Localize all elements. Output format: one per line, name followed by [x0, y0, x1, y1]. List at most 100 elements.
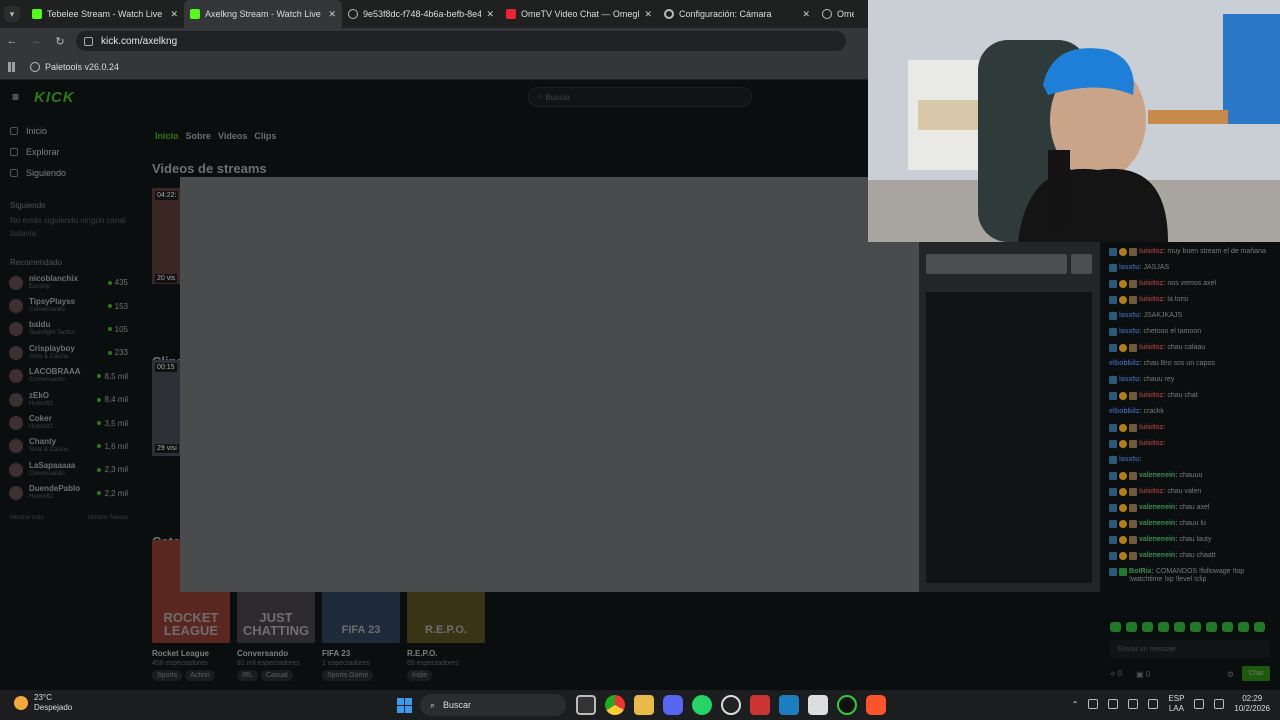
overlay-action-button[interactable] — [1071, 254, 1092, 274]
close-icon[interactable]: ✕ — [802, 9, 810, 20]
tab-inicio[interactable]: Inicio — [155, 131, 179, 141]
obs-icon[interactable] — [837, 695, 857, 715]
address-bar[interactable]: kick.com/axelkng — [76, 31, 846, 51]
chat-username[interactable]: valenenein — [1139, 520, 1175, 527]
close-icon[interactable]: ✕ — [328, 9, 336, 20]
emote-icon[interactable] — [1126, 622, 1137, 632]
hamburger-menu-icon[interactable]: ≡ — [12, 90, 24, 104]
gift-counter[interactable]: ▣ 0 — [1136, 670, 1150, 679]
chat-message-input[interactable]: Enviar un mensaje — [1110, 640, 1270, 658]
recommended-channel[interactable]: nicoblanchix Eurotrip 435 — [0, 271, 140, 294]
recommended-channel[interactable]: Chanty Slots & Casino 1,6 mil — [0, 435, 140, 458]
whatsapp-icon[interactable] — [692, 695, 712, 715]
recommended-channel[interactable]: TipsyPlayss Conversando 153 — [0, 294, 140, 317]
chat-username[interactable]: luisitoz — [1139, 344, 1163, 351]
recommended-channel[interactable]: baldu Teamfight Tactics 105 — [0, 318, 140, 341]
emote-icon[interactable] — [1254, 622, 1265, 632]
category-tag[interactable]: Casual — [260, 670, 293, 681]
recommended-channel[interactable]: zEkO Hunsoft2 8,4 mil — [0, 388, 140, 411]
recommended-channel[interactable]: Crisplayboy Slots & Casino 233 — [0, 341, 140, 364]
category-tag[interactable]: Indie — [407, 670, 433, 681]
recommended-channel[interactable]: LACOBRAAA Conversando 8,5 mil — [0, 365, 140, 388]
settings-gear-icon[interactable]: ⚙ — [1227, 670, 1234, 679]
emote-icon[interactable] — [1142, 622, 1153, 632]
chat-username[interactable]: luisitoz — [1139, 488, 1163, 495]
apps-grid-icon[interactable] — [8, 61, 18, 72]
emote-icon[interactable] — [1222, 622, 1233, 632]
kick-search-input[interactable]: ⌕ Buscar — [528, 87, 752, 107]
browser-tab[interactable]: 9e53f8dc-f748-4b6a-befb-8e4 ✕ — [342, 0, 500, 28]
browser-tab[interactable]: Configuración: Cámara ✕ — [658, 0, 816, 28]
clip-thumbnail[interactable]: 00:15 29 visi — [152, 360, 180, 456]
chat-username[interactable]: lasxtu — [1119, 328, 1139, 335]
language-indicator[interactable]: ESP LAA — [1168, 694, 1184, 714]
chat-username[interactable]: luisitoz — [1139, 280, 1163, 287]
browser-tab[interactable]: OmeTV Video Chat — Omegle ✕ — [500, 0, 658, 28]
show-more-link[interactable]: Mostrar más — [10, 515, 43, 521]
browser-tab[interactable]: Axelkng Stream - Watch Live on ✕ — [184, 0, 342, 28]
brave-icon[interactable] — [866, 695, 886, 715]
show-less-link[interactable]: Mostrar Menos — [88, 515, 128, 521]
kick-logo[interactable]: KICK — [34, 89, 75, 106]
emote-icon[interactable] — [1190, 622, 1201, 632]
bookmark-paletools[interactable]: Paletools v26.0.24 — [45, 62, 119, 72]
emote-icon[interactable] — [1158, 622, 1169, 632]
close-icon[interactable]: ✕ — [486, 9, 494, 20]
emote-icon[interactable] — [1174, 622, 1185, 632]
chat-send-button[interactable]: Chat — [1242, 666, 1270, 681]
chat-username[interactable]: elbobbilz — [1109, 360, 1139, 367]
windows-start-icon[interactable] — [397, 698, 412, 713]
chat-username[interactable]: luisitoz — [1139, 424, 1163, 431]
sidebar-item-explorar[interactable]: Explorar — [0, 141, 140, 162]
tab-videos[interactable]: Videos — [218, 131, 247, 141]
chat-username[interactable]: luisitoz — [1139, 392, 1163, 399]
clock[interactable]: 02:29 10/2/2026 — [1234, 694, 1270, 714]
chevron-up-icon[interactable]: ⌃ — [1072, 700, 1079, 709]
close-icon[interactable]: ✕ — [170, 9, 178, 20]
chat-username[interactable]: valenenein — [1139, 504, 1175, 511]
microphone-icon[interactable] — [1148, 699, 1159, 709]
sidebar-item-inicio[interactable]: Inicio — [0, 120, 140, 141]
recommended-channel[interactable]: Coker Hunsoft2 3,5 mil — [0, 411, 140, 434]
chat-username[interactable]: lasxtu — [1119, 376, 1139, 383]
video-thumbnail[interactable]: 04:22: 20 vis — [152, 188, 180, 284]
chat-username[interactable]: BotRix — [1129, 568, 1152, 575]
file-explorer-icon[interactable] — [634, 695, 654, 715]
app-red-icon[interactable] — [750, 695, 770, 715]
recommended-channel[interactable]: LaSapaaaaa Conversando 2,3 mil — [0, 458, 140, 481]
chat-username[interactable]: valenenein — [1139, 536, 1175, 543]
browser-tab[interactable]: Ome TV — [816, 0, 860, 28]
chat-username[interactable]: valenenein — [1139, 472, 1175, 479]
overlay-text-field[interactable] — [926, 254, 1067, 274]
tray-app-icon[interactable] — [1088, 699, 1099, 709]
back-arrow-icon[interactable]: ← — [0, 35, 24, 47]
taskbar-search[interactable]: ⌕ Buscar — [420, 694, 566, 716]
emote-icon[interactable] — [1110, 622, 1121, 632]
browser-tab[interactable]: Tebelee Stream - Watch Live on ✕ — [26, 0, 184, 28]
reload-icon[interactable]: ↻ — [48, 35, 72, 48]
steam-icon[interactable] — [721, 695, 741, 715]
chat-username[interactable]: luisitoz — [1139, 440, 1163, 447]
category-tag[interactable]: IRL — [237, 670, 258, 681]
tab-sobre[interactable]: Sobre — [186, 131, 212, 141]
chat-username[interactable]: luisitoz — [1139, 248, 1163, 255]
volume-icon[interactable] — [1214, 699, 1225, 709]
weather-widget[interactable]: 23°C Despejado — [14, 693, 72, 713]
chat-username[interactable]: lasxtu — [1119, 456, 1139, 463]
tray-shield-icon[interactable] — [1128, 699, 1139, 709]
chrome-icon[interactable] — [605, 695, 625, 715]
tray-cloud-icon[interactable] — [1108, 699, 1119, 709]
emote-icon[interactable] — [1206, 622, 1217, 632]
sidebar-item-siguiendo[interactable]: Siguiendo — [0, 162, 140, 183]
discord-icon[interactable] — [663, 695, 683, 715]
recommended-channel[interactable]: DuendePablo Hunsoft2 2,2 mil — [0, 482, 140, 505]
points-counter[interactable]: ⟡ 0 — [1110, 669, 1122, 679]
wifi-icon[interactable] — [1194, 699, 1205, 709]
emote-icon[interactable] — [1238, 622, 1249, 632]
tab-search-chevron-icon[interactable]: ▾ — [4, 6, 20, 22]
chat-username[interactable]: luisitoz — [1139, 296, 1163, 303]
close-icon[interactable]: ✕ — [644, 9, 652, 20]
tab-clips[interactable]: Clips — [254, 131, 276, 141]
chat-username[interactable]: lasxtu — [1119, 312, 1139, 319]
chat-username[interactable]: elbobbilz — [1109, 408, 1139, 415]
